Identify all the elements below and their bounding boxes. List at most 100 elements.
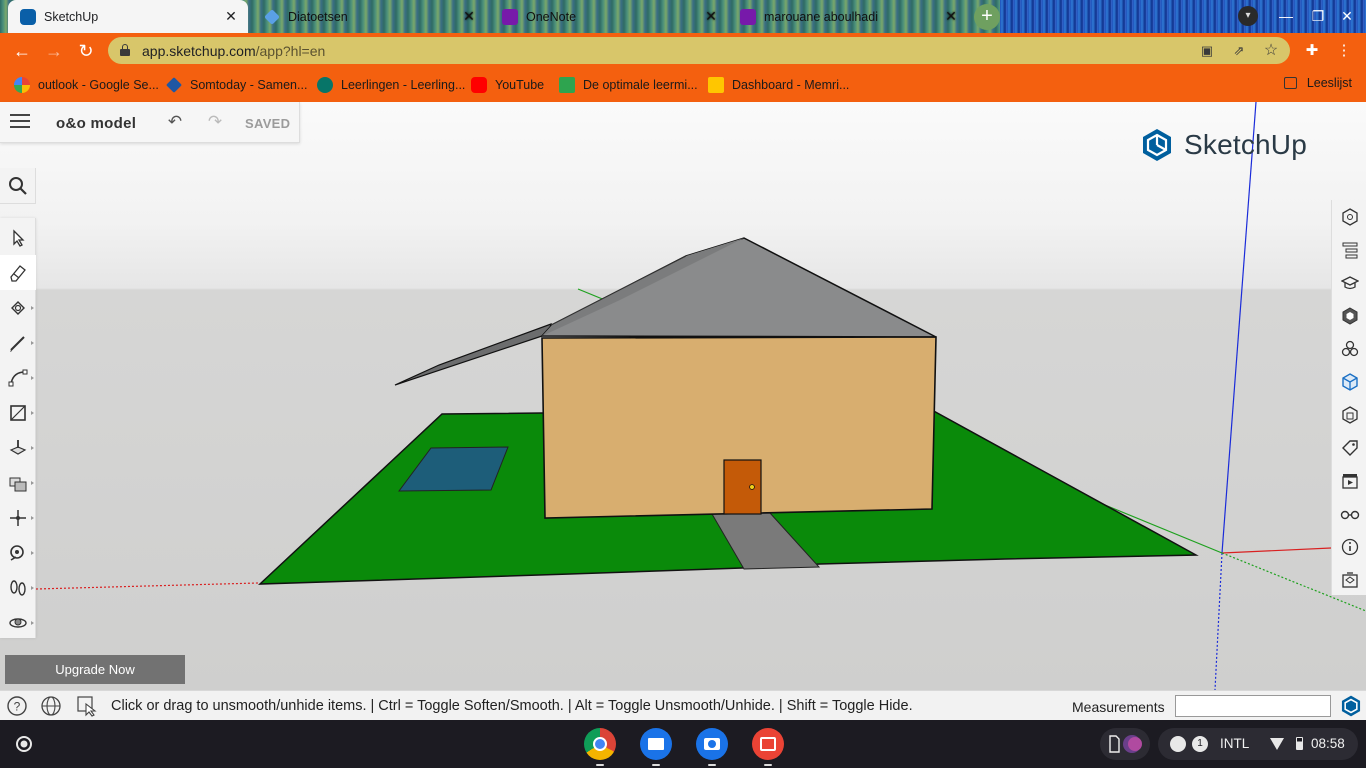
close-icon[interactable]: ✕ [460, 8, 478, 25]
holding-space-tray[interactable] [1100, 728, 1150, 760]
gallery-icon[interactable] [752, 728, 784, 766]
bookmark-memrise[interactable]: Dashboard - Memri... [708, 76, 849, 94]
tab-title: marouane aboulhadi [764, 9, 878, 24]
input-method: INTL [1220, 736, 1250, 751]
tab-diatoetsen[interactable]: Diatoetsen ✕ [252, 0, 486, 33]
tape-measure-icon [10, 544, 24, 561]
bookmark-label: De optimale leermi... [583, 78, 698, 92]
model-name[interactable]: o&o model [56, 115, 136, 132]
close-icon[interactable]: ✕ [222, 8, 240, 25]
hamburger-menu-icon[interactable] [10, 114, 30, 130]
pencil-tool[interactable] [0, 325, 36, 360]
graduation-cap-icon [1340, 275, 1359, 289]
roof-overhang [394, 323, 552, 386]
components-button[interactable] [1332, 332, 1366, 365]
instructor-button[interactable] [1332, 266, 1366, 299]
red-axis-negative [35, 582, 259, 590]
offset-icon [9, 477, 27, 491]
status-tray[interactable]: 1 INTL 08:58 [1158, 728, 1358, 760]
tab-search-button[interactable]: ▾ [1238, 6, 1258, 26]
glasses-icon [1340, 510, 1359, 519]
layers-button[interactable] [1332, 398, 1366, 431]
undo-icon[interactable]: ↶ [165, 112, 185, 132]
walk-tool[interactable] [0, 570, 36, 605]
scenes-button[interactable] [1332, 464, 1366, 497]
display-button[interactable] [1332, 497, 1366, 530]
forward-icon[interactable]: → [42, 39, 66, 63]
bookmark-somtoday[interactable]: Somtoday - Samen... [166, 76, 307, 94]
tab-sketchup[interactable]: SketchUp ✕ [8, 0, 248, 33]
move-icon [10, 509, 26, 526]
bookmark-outlook[interactable]: outlook - Google Se... [14, 76, 159, 94]
tape-measure-tool[interactable] [0, 535, 36, 570]
front-door [723, 459, 762, 515]
blocked-popup-icon[interactable]: ▣ [1198, 42, 1216, 60]
roof [540, 237, 937, 338]
select-tool[interactable] [0, 220, 36, 255]
extensions-icon[interactable]: ✚ [1302, 41, 1322, 61]
move-tool[interactable] [0, 500, 36, 535]
minimize-icon[interactable]: — [1275, 6, 1297, 26]
orbit-icon [9, 617, 27, 628]
reload-icon[interactable]: ↻ [74, 39, 98, 63]
orbit-tool[interactable] [0, 605, 36, 640]
arc-tool[interactable] [0, 360, 36, 395]
reading-list-button[interactable]: Leeslijst [1283, 76, 1352, 90]
more-menu-icon[interactable]: ⋮ [1334, 41, 1354, 61]
close-icon[interactable]: ✕ [942, 8, 960, 25]
select-arrow-icon [13, 228, 25, 247]
push-pull-icon [9, 439, 27, 455]
browser-toolbar: ← → ↻ app.sketchup.com/app?hl=en ▣ ⇗ ☆ ✚… [0, 33, 1366, 68]
tool-instructor-button[interactable] [76, 695, 98, 717]
eraser-tool[interactable] [0, 255, 36, 290]
globe-icon [41, 696, 61, 716]
bookmark-leerlingen[interactable]: Leerlingen - Leerling... [317, 76, 465, 94]
export-button[interactable] [1332, 563, 1366, 596]
entity-info-button[interactable] [1332, 200, 1366, 233]
chromeos-shelf: 1 INTL 08:58 [0, 720, 1366, 768]
tab-onenote[interactable]: OneNote ✕ [490, 0, 728, 33]
sketchup-viewport[interactable]: o&o model ↶ ↷ SAVED SketchUp Upgrade Now [0, 102, 1366, 690]
cursor-hand-icon [77, 696, 97, 717]
battery-icon [1296, 737, 1303, 750]
upgrade-now-button[interactable]: Upgrade Now [5, 655, 185, 684]
3d-model-canvas[interactable] [0, 102, 1366, 690]
outliner-icon [1342, 242, 1357, 258]
styles-button[interactable] [1332, 365, 1366, 398]
window-close-icon[interactable]: ✕ [1336, 6, 1358, 26]
outliner-button[interactable] [1332, 233, 1366, 266]
lock-icon [120, 44, 130, 56]
tab-onenote-marouane[interactable]: marouane aboulhadi ✕ [728, 0, 968, 33]
redo-icon[interactable]: ↷ [205, 112, 225, 132]
camera-icon[interactable] [696, 728, 728, 766]
somtoday-icon [166, 77, 182, 93]
bookmark-leermiddelen[interactable]: De optimale leermi... [559, 76, 698, 94]
files-icon[interactable] [640, 728, 672, 766]
bookmark-star-icon[interactable]: ☆ [1262, 42, 1280, 60]
push-pull-tool[interactable] [0, 430, 36, 465]
open-in-app-icon[interactable]: ⇗ [1230, 42, 1248, 60]
sketchup-status-logo [1340, 695, 1362, 717]
geo-location-button[interactable] [40, 695, 62, 717]
address-bar[interactable]: app.sketchup.com/app?hl=en ▣ ⇗ ☆ [108, 37, 1290, 64]
info-icon [1341, 538, 1358, 555]
launcher-button[interactable] [12, 732, 36, 756]
model-info-button[interactable] [1332, 530, 1366, 563]
measurements-input[interactable] [1175, 695, 1331, 717]
help-button[interactable]: ? [6, 695, 28, 717]
document-icon [559, 77, 575, 93]
offset-tool[interactable] [0, 465, 36, 500]
rectangle-tool[interactable] [0, 395, 36, 430]
bookmark-youtube[interactable]: YouTube [471, 76, 544, 94]
materials-button[interactable] [1332, 299, 1366, 332]
blue-axis [1221, 102, 1257, 554]
help-icon: ? [7, 696, 27, 716]
paint-bucket-tool[interactable] [0, 290, 36, 325]
search-button[interactable] [0, 168, 36, 204]
close-icon[interactable]: ✕ [702, 8, 720, 25]
restore-icon[interactable]: ❐ [1307, 6, 1329, 26]
tags-button[interactable] [1332, 431, 1366, 464]
chrome-icon[interactable] [584, 728, 616, 766]
back-icon[interactable]: ← [10, 39, 34, 63]
new-tab-button[interactable]: + [974, 4, 1000, 30]
